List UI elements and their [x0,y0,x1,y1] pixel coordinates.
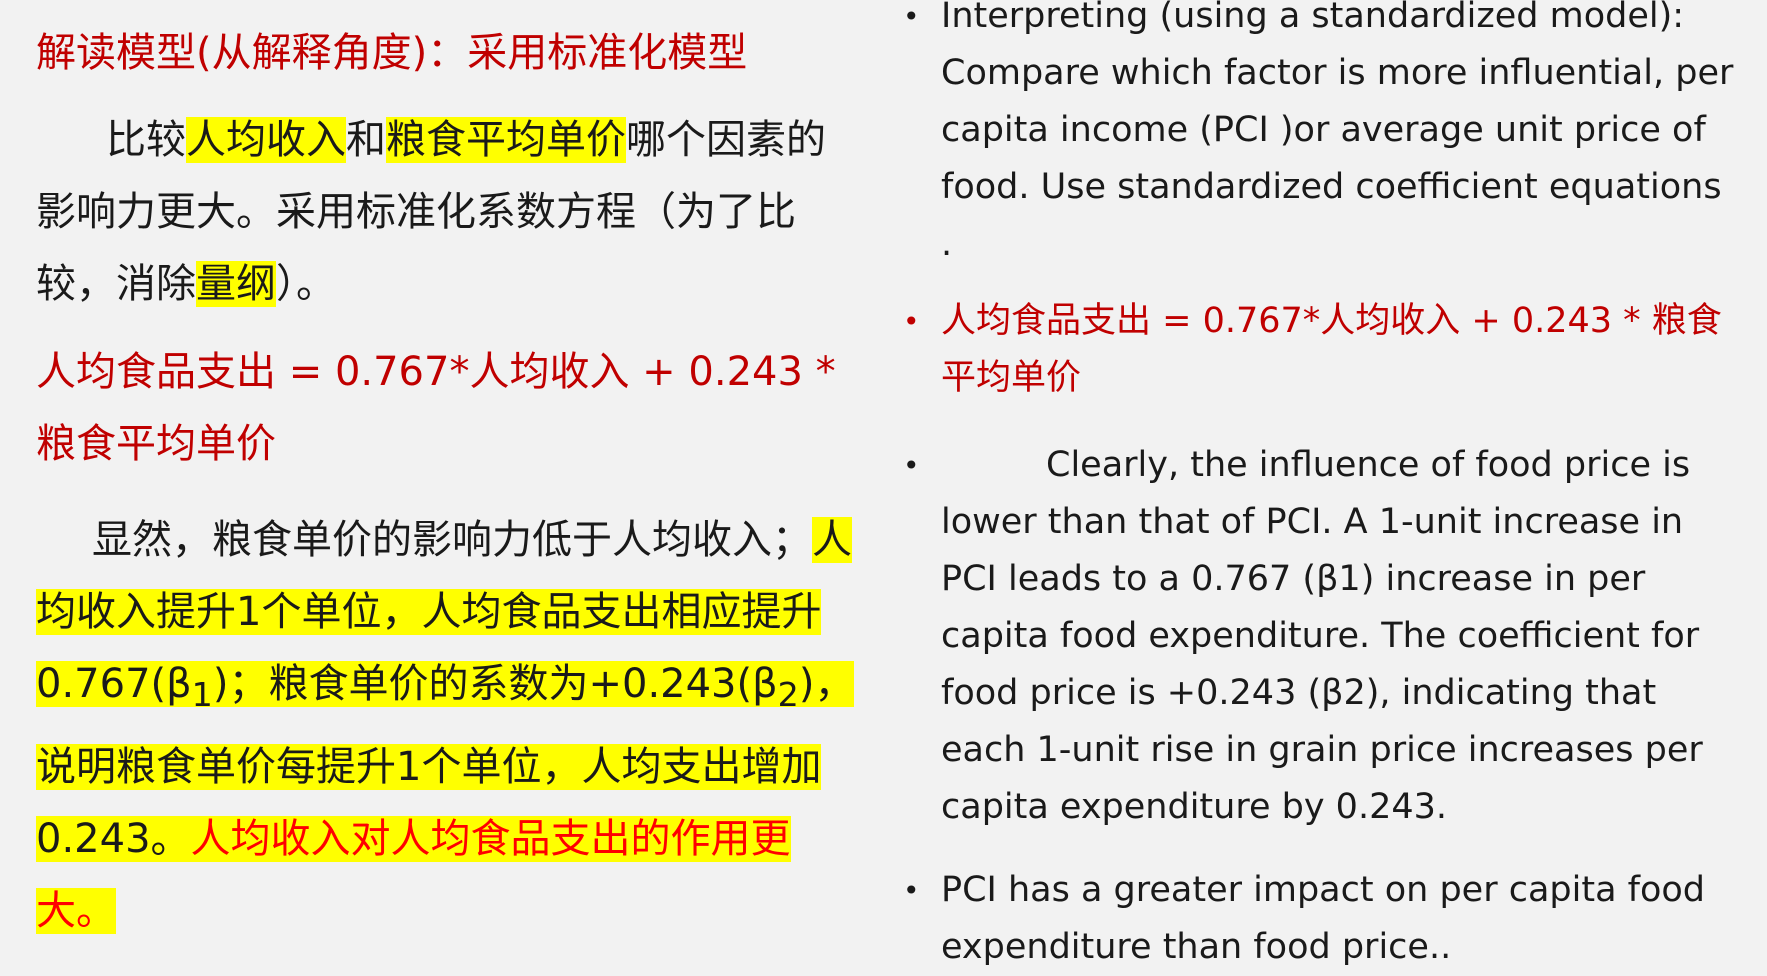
highlight-food-price: 粮食平均单价 [386,117,626,163]
right-column: • Interpreting (using a standardized mode… [903,0,1735,976]
bullet-item-explanation: • Clearly, the influence of food price is… [903,437,1735,836]
highlight-text: )；粮食单价的系数为+0.243(β [212,661,778,707]
text-segment: 和 [346,117,386,163]
left-column: 解读模型(从解释角度)：采用标准化模型 比较人均收入和粮食平均单价哪个因素的影响… [36,20,856,947]
standardized-equation: 人均食品支出 = 0.767*人均收入 + 0.243 * 粮食平均单价 [36,349,836,467]
bullet-icon: • [903,874,920,907]
subscript: 2 [777,675,799,714]
bullet-text: Clearly, the influence of food price is … [941,445,1703,827]
highlight-pci-effect: 人均收入提升1个单位，人均食品支出相应提升0.767(β1)；粮食单价的系数为+… [36,517,855,934]
bullet-icon: • [903,305,920,338]
text-segment: 显然，粮食单价的影响力低于人均收入； [92,517,812,563]
bullet-text: PCI has a greater impact on per capita f… [941,870,1706,967]
bullet-icon: • [903,449,920,482]
bullet-text: Interpreting (using a standardized model… [941,0,1734,264]
bullet-item-equation: • 人均食品支出 = 0.767*人均收入 + 0.243 * 粮食平均单价 [903,293,1735,407]
paragraph-interpretation: 显然，粮食单价的影响力低于人均收入；人均收入提升1个单位，人均食品支出相应提升0… [36,504,856,947]
paragraph-comparison: 比较人均收入和粮食平均单价哪个因素的影响力更大。采用标准化系数方程（为了比较，消… [36,104,856,320]
bullet-icon: • [903,0,920,33]
text-segment: ）。 [276,261,336,307]
highlight-pci: 人均收入 [186,117,346,163]
subscript: 1 [191,675,213,714]
text-segment: 比较 [106,117,186,163]
section-heading: 解读模型(从解释角度)：采用标准化模型 [36,30,748,76]
highlight-dimension: 量纲 [196,261,276,307]
bullet-item-interpreting: • Interpreting (using a standardized mode… [903,0,1735,273]
bullet-text: 人均食品支出 = 0.767*人均收入 + 0.243 * 粮食平均单价 [941,301,1722,398]
